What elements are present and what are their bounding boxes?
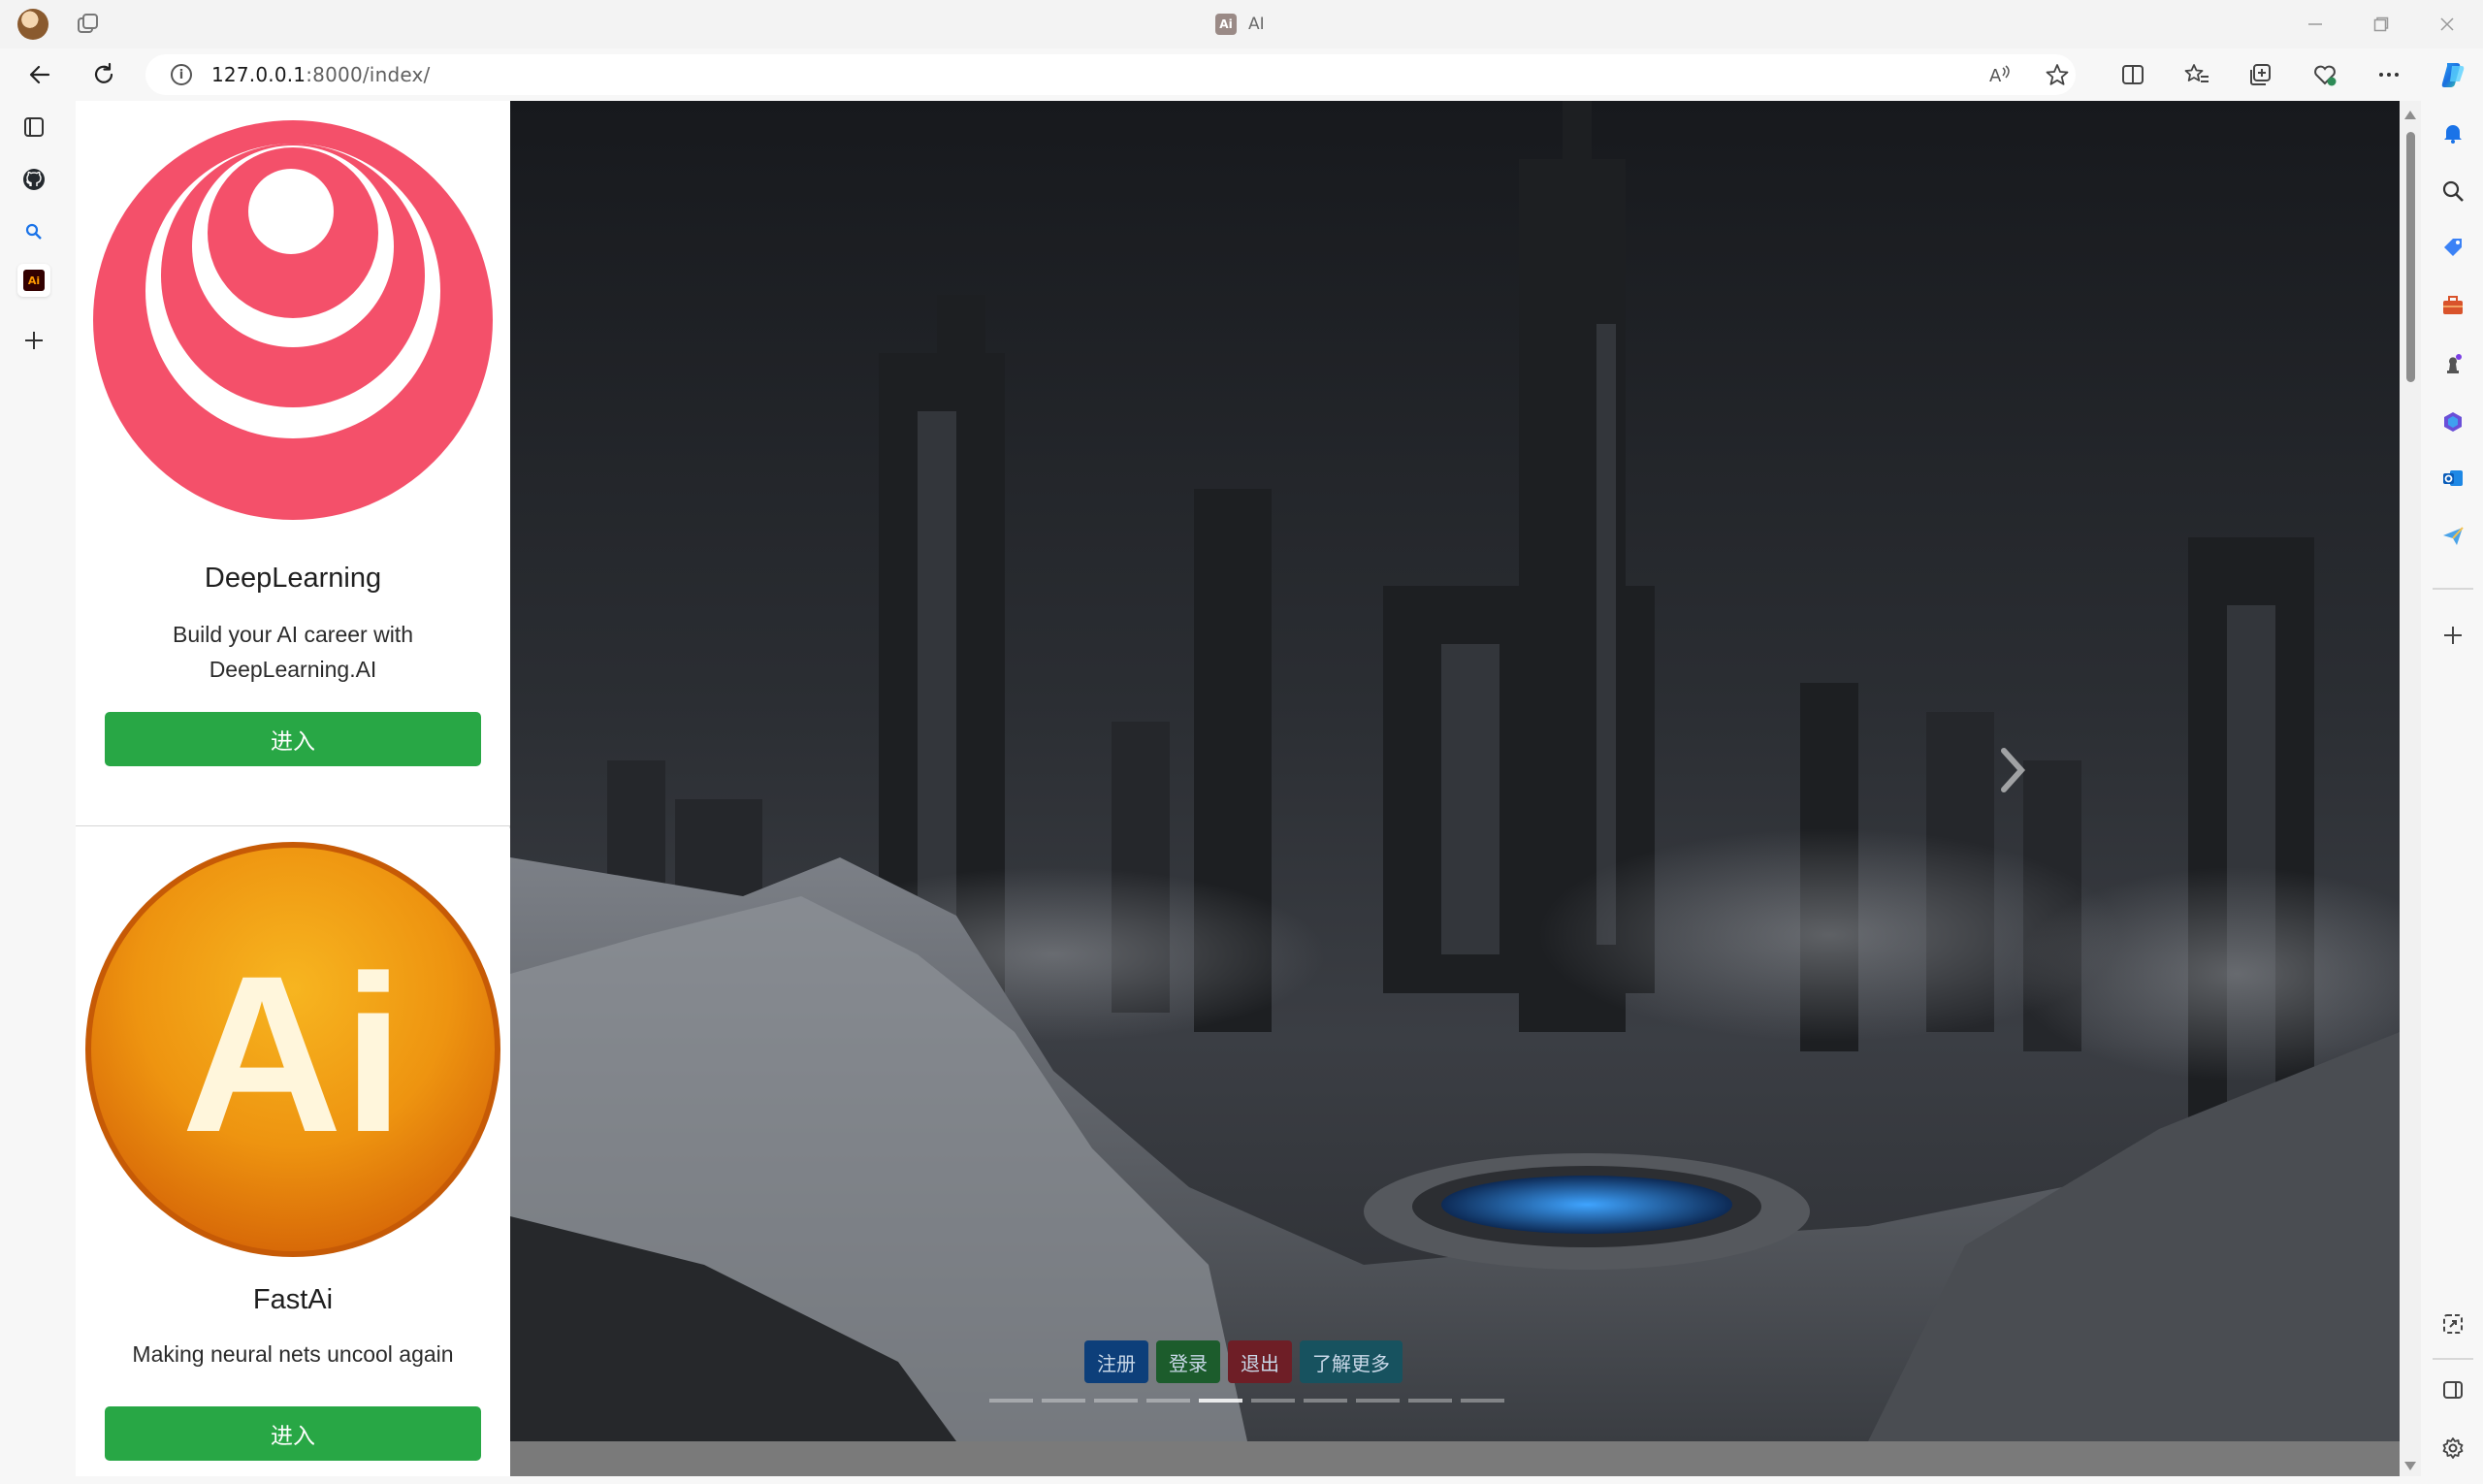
favorite-star-icon[interactable] xyxy=(2043,60,2072,89)
profile-avatar[interactable] xyxy=(17,9,48,40)
learn-more-button[interactable]: 了解更多 xyxy=(1300,1340,1403,1383)
close-window-button[interactable] xyxy=(2433,10,2462,39)
refresh-button[interactable] xyxy=(87,58,120,91)
course-card: Ai FastAi Making neural nets uncool agai… xyxy=(76,828,510,1476)
vertical-scrollbar[interactable] xyxy=(2400,101,2421,1476)
horizontal-scrollbar[interactable] xyxy=(510,1441,2400,1476)
card-description: Build your AI career with DeepLearning.A… xyxy=(172,622,413,682)
minimize-button[interactable] xyxy=(2301,10,2330,39)
svg-text:A: A xyxy=(1989,66,2002,86)
url-text[interactable]: 127.0.0.1:8000/index/ xyxy=(211,63,430,86)
more-menu-icon[interactable] xyxy=(2374,60,2403,89)
read-aloud-icon[interactable]: A xyxy=(1984,60,2014,89)
sidebar-divider xyxy=(2433,588,2473,590)
card-title: FastAi xyxy=(252,1284,334,1315)
carousel-indicator[interactable] xyxy=(1146,1399,1190,1403)
add-sidebar-app-icon[interactable] xyxy=(2438,621,2467,650)
login-button[interactable]: 登录 xyxy=(1156,1340,1220,1383)
carousel-next-icon[interactable] xyxy=(1994,741,2033,799)
logout-button[interactable]: 退出 xyxy=(1228,1340,1292,1383)
title-bar: Ai AI xyxy=(0,0,2483,48)
back-button[interactable] xyxy=(23,58,56,91)
tab-panel-icon[interactable] xyxy=(17,111,50,144)
tab-title-text: AI xyxy=(1248,15,1265,34)
card-description: Making neural nets uncool again xyxy=(132,1341,454,1367)
navigation-bar: i 127.0.0.1:8000/index/ A xyxy=(0,48,2483,101)
copilot-icon[interactable] xyxy=(2438,60,2467,89)
outlook-icon[interactable] xyxy=(2438,464,2467,493)
card-title: DeepLearning xyxy=(204,563,382,594)
games-chess-icon[interactable] xyxy=(2438,349,2467,378)
ai-orange-badge-icon: Ai xyxy=(76,840,510,1259)
browser-essentials-icon[interactable] xyxy=(2310,60,2339,89)
search-tab-icon[interactable] xyxy=(17,215,50,248)
tab-favicon-icon: Ai xyxy=(1215,14,1237,35)
hero-button-group: 注册 登录 退出 了解更多 xyxy=(1084,1340,1403,1383)
course-card: DeepLearning Build your AI career with D… xyxy=(76,101,510,826)
new-tab-icon[interactable] xyxy=(17,324,50,357)
screenshot-capture-icon[interactable] xyxy=(2438,1309,2467,1339)
register-button[interactable]: 注册 xyxy=(1084,1340,1148,1383)
concentric-circles-logo-icon xyxy=(76,118,510,522)
microsoft365-icon[interactable] xyxy=(2438,407,2467,436)
carousel-indicator[interactable] xyxy=(989,1399,1033,1403)
scrollbar-thumb[interactable] xyxy=(2406,132,2415,382)
carousel-indicator[interactable] xyxy=(1042,1399,1085,1403)
collections-icon[interactable] xyxy=(2246,60,2275,89)
restore-button[interactable] xyxy=(2367,10,2396,39)
carousel-indicator[interactable] xyxy=(1304,1399,1347,1403)
enter-button[interactable]: 进入 xyxy=(105,1406,481,1461)
github-tab-icon[interactable] xyxy=(17,163,50,196)
carousel-indicator[interactable] xyxy=(1408,1399,1452,1403)
notifications-bell-icon[interactable] xyxy=(2438,118,2467,147)
settings-gear-icon[interactable] xyxy=(2438,1434,2467,1463)
sidebar-divider xyxy=(2433,1358,2473,1360)
tools-briefcase-icon[interactable] xyxy=(2438,291,2467,320)
carousel-indicator[interactable] xyxy=(1356,1399,1400,1403)
hero-background-image xyxy=(510,101,2400,1441)
search-sidebar-icon[interactable] xyxy=(2438,177,2467,206)
hero-carousel: 注册 登录 退出 了解更多 xyxy=(510,101,2400,1441)
vertical-tab-strip: Ai xyxy=(0,101,72,1484)
shopping-tag-icon[interactable] xyxy=(2438,233,2467,262)
ai-tab-active-icon[interactable]: Ai xyxy=(17,264,50,297)
address-bar[interactable]: i 127.0.0.1:8000/index/ xyxy=(145,54,2076,95)
scroll-down-arrow-icon[interactable] xyxy=(2404,1462,2416,1470)
carousel-indicator[interactable] xyxy=(1094,1399,1138,1403)
edge-sidebar xyxy=(2423,48,2483,1484)
active-tab[interactable]: Ai AI xyxy=(1215,12,1265,37)
carousel-indicators xyxy=(989,1399,1504,1403)
scroll-up-arrow-icon[interactable] xyxy=(2404,111,2416,119)
carousel-indicator[interactable] xyxy=(1461,1399,1504,1403)
cards-column: DeepLearning Build your AI career with D… xyxy=(76,101,510,1476)
split-screen-icon[interactable] xyxy=(2118,60,2147,89)
site-info-icon[interactable]: i xyxy=(171,64,192,85)
enter-button[interactable]: 进入 xyxy=(105,712,481,766)
carousel-indicator[interactable] xyxy=(1251,1399,1295,1403)
send-paper-plane-icon[interactable] xyxy=(2438,522,2467,551)
hide-sidebar-icon[interactable] xyxy=(2438,1375,2467,1404)
tab-actions-icon[interactable] xyxy=(76,12,101,37)
carousel-indicator[interactable] xyxy=(1199,1399,1242,1403)
page-viewport: DeepLearning Build your AI career with D… xyxy=(76,101,2400,1476)
favorites-icon[interactable] xyxy=(2182,60,2211,89)
svg-text:Ai: Ai xyxy=(181,929,404,1178)
